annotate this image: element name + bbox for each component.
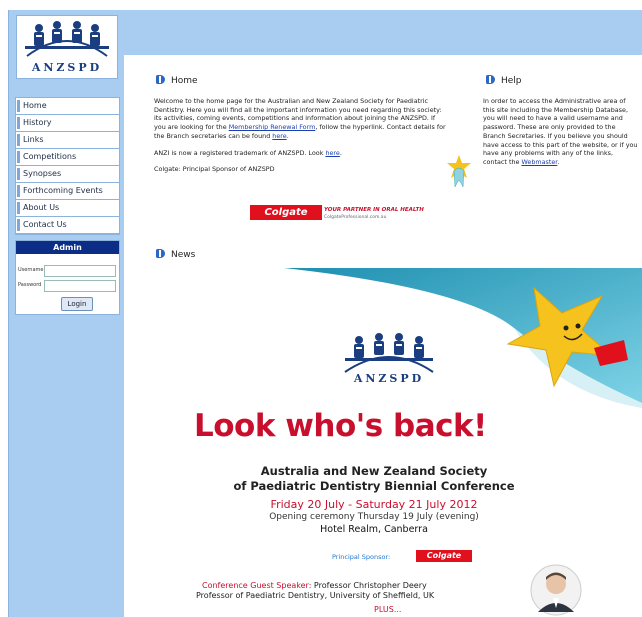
news-heading: News [156,249,195,260]
sidebar-item-synopses[interactable]: Synopses [16,166,119,183]
home-text: Welcome to the home page for the Austral… [154,97,446,182]
poster-headline: Look who's back! [194,408,487,444]
sponsor-line: Colgate: Principal Sponsor of ANZSPD [154,165,275,174]
sidebar-item-forthcoming-events[interactable]: Forthcoming Events [16,183,119,200]
webmaster-link[interactable]: Webmaster [521,158,557,166]
sidebar-item-about-us[interactable]: About Us [16,200,119,217]
poster-title-line-2: of Paediatric Dentistry Biennial Confere… [233,479,515,493]
speaker-name: Professor Christopher Deery [311,581,427,590]
trademark-link[interactable]: here [325,149,339,157]
poster-venue: Hotel Realm, Canberra [320,524,428,535]
sidebar-item-home[interactable]: Home [16,98,119,115]
login-button[interactable]: Login [61,297,93,311]
sidebar-nav: Home History Links Competitions Synopses… [15,97,120,235]
colgate-logo[interactable]: Colgate [250,205,322,220]
admin-title: Admin [16,241,119,254]
section-bullet-icon [156,75,165,84]
help-body: In order to access the Administrative ar… [483,97,638,166]
poster-sponsor-logo: Colgate [416,550,472,562]
poster-speaker-role: Professor of Paediatric Dentistry, Unive… [196,591,435,600]
site-logo[interactable]: ANZSPD [16,15,118,79]
poster-title-line-1: Australia and New Zealand Society [260,464,488,478]
password-label: Password [18,282,42,288]
trademark-end: . [339,148,342,157]
sidebar-item-history[interactable]: History [16,115,119,132]
trademark-note: ANZI is now a registered trademark of AN… [154,149,446,158]
sidebar-item-competitions[interactable]: Competitions [16,149,119,166]
section-bullet-icon [486,75,495,84]
main-content: Home Welcome to the home page for the Au… [124,55,642,617]
poster-plus: PLUS... [374,605,402,614]
sidebar-item-links[interactable]: Links [16,132,119,149]
home-intro: Welcome to the home page for the Austral… [154,97,446,141]
help-heading-text: Help [501,76,522,86]
news-heading-text: News [171,250,196,260]
poster-curl-graphic [284,268,642,408]
admin-login-panel: Admin Username Password Login [15,240,120,315]
membership-renewal-link[interactable]: Membership Renewal Form [229,123,316,131]
help-text: In order to access the Administrative ar… [483,97,638,167]
home-intro-end: . [286,131,289,140]
password-input[interactable] [44,280,116,292]
trademark-text: ANZI is now a registered trademark of AN… [154,148,326,157]
speaker-label: Conference Guest Speaker: [202,581,312,590]
tooth-mascot-icon [447,155,471,188]
help-end: . [557,157,560,166]
colgate-url: ColgateProfessional.com.au [324,215,387,220]
speaker-photo-avatar [530,564,582,616]
home-heading-text: Home [171,76,198,86]
username-label: Username [18,267,44,273]
logo-figures-icon [25,21,109,57]
logo-text: ANZSPD [31,61,103,74]
poster-opening: Opening ceremony Thursday 19 July (eveni… [269,512,479,522]
poster-logo-icon: ANZSPD [344,333,434,385]
branch-secretaries-link[interactable]: here [272,132,286,140]
poster-sponsor-label: Principal Sponsor: [332,553,391,561]
poster-logo-text: ANZSPD [353,372,424,385]
username-input[interactable] [44,265,116,277]
poster-speaker: Conference Guest Speaker: Professor Chri… [202,581,427,590]
sidebar-item-contact-us[interactable]: Contact Us [16,217,119,234]
section-bullet-icon [156,249,165,258]
home-heading: Home [156,75,198,86]
poster-dates: Friday 20 July - Saturday 21 July 2012 [270,498,478,511]
colgate-tagline: YOUR PARTNER IN ORAL HEALTH [324,207,424,213]
news-poster[interactable]: ANZSPD Look who's back! Australia and Ne… [144,268,642,617]
help-heading: Help [486,75,522,86]
